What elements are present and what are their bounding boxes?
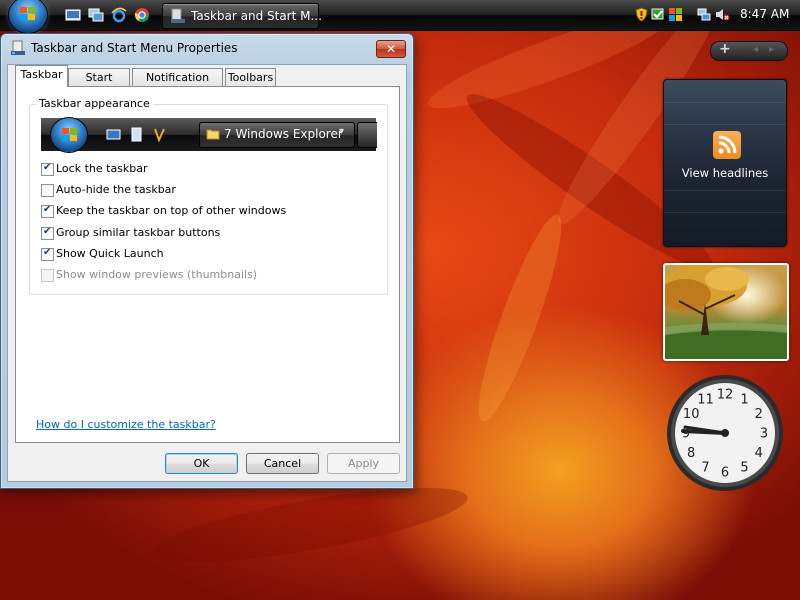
taskbar: Taskbar and Start M... 8:47 AM: [0, 0, 800, 33]
network-icon[interactable]: [697, 7, 712, 22]
rss-feed-icon: [713, 131, 741, 159]
switch-windows-icon[interactable]: [88, 7, 104, 23]
dialog-client-area: Taskbar Start Menu Notification Area Too…: [7, 64, 407, 482]
clock-number: 11: [697, 393, 714, 408]
view-headlines-link[interactable]: View headlines: [664, 166, 786, 180]
chrome-icon[interactable]: [134, 7, 150, 23]
internet-explorer-icon[interactable]: [111, 7, 127, 23]
next-arrow-icon[interactable]: ▸: [769, 44, 774, 55]
clock-number: 10: [683, 407, 700, 422]
taskbar-clock[interactable]: 8:47 AM: [740, 7, 789, 21]
checkbox: [41, 269, 54, 282]
media-icon: [154, 128, 165, 142]
option-label: Show window previews (thumbnails): [56, 268, 258, 281]
taskbar-properties-icon: [11, 40, 25, 55]
option-label: Lock the taskbar: [56, 162, 148, 175]
taskbar-properties-dialog: Taskbar and Start Menu Properties ✕ Task…: [0, 33, 414, 489]
previous-arrow-icon[interactable]: ◂: [753, 44, 758, 55]
group-label: Taskbar appearance: [36, 97, 153, 110]
clock-number: 12: [717, 388, 734, 403]
chevron-down-icon: ▾: [339, 126, 345, 137]
clock-gadget[interactable]: 12 1234567891011: [665, 373, 785, 493]
checkbox[interactable]: [41, 247, 54, 261]
clock-number: 5: [740, 460, 748, 475]
add-gadget-button[interactable]: +: [719, 41, 731, 57]
tab-taskbar[interactable]: Taskbar: [15, 65, 68, 87]
security-icon[interactable]: [651, 7, 666, 22]
show-desktop-icon[interactable]: [65, 7, 81, 23]
taskbar-button-taskbar-properties[interactable]: Taskbar and Start M...: [162, 3, 322, 29]
task-button-label: Taskbar and Start M...: [191, 9, 322, 23]
start-button[interactable]: [9, 0, 47, 33]
shield-icon[interactable]: [634, 7, 649, 22]
option-label: Show Quick Launch: [56, 247, 164, 260]
apply-button: Apply: [327, 453, 400, 474]
windows-update-icon[interactable]: [668, 7, 683, 22]
clock-number: 8: [687, 446, 695, 461]
preview-task-button: 7 Windows Explorer ▾: [199, 122, 355, 148]
show-desktop-icon: [106, 129, 121, 140]
start-orb-icon: [51, 118, 87, 152]
taskbar-properties-icon: [171, 8, 185, 23]
clock-number: 6: [721, 466, 729, 481]
checkbox[interactable]: [41, 204, 54, 218]
cancel-button[interactable]: Cancel: [246, 453, 319, 474]
checkbox[interactable]: [41, 162, 54, 176]
preview-task-button-partial: [357, 122, 377, 148]
tab-start-menu[interactable]: Start Menu: [68, 68, 130, 102]
help-link[interactable]: How do I customize the taskbar?: [36, 418, 216, 431]
windows-logo-icon: [20, 7, 36, 21]
taskbar-preview-image: 7 Windows Explorer ▾: [41, 118, 377, 152]
option-label: Keep the taskbar on top of other windows: [56, 204, 287, 217]
tree-landscape-image: [665, 265, 787, 359]
ok-button[interactable]: OK: [165, 453, 238, 474]
folder-icon: [206, 129, 220, 140]
tab-notification-area[interactable]: Notification Area: [132, 68, 223, 102]
checkbox[interactable]: [41, 226, 54, 240]
clock-number: 3: [760, 427, 768, 442]
clock-number: 4: [755, 446, 763, 461]
option-label: Group similar taskbar buttons: [56, 226, 221, 239]
clock-number: 7: [701, 460, 709, 475]
dialog-title: Taskbar and Start Menu Properties: [31, 41, 238, 55]
preview-task-label: 7 Windows Explorer: [224, 127, 343, 141]
slideshow-gadget[interactable]: [663, 263, 789, 361]
tab-toolbars[interactable]: Toolbars: [225, 68, 276, 87]
clock-number: 2: [755, 407, 763, 422]
clock-number: 1: [740, 393, 748, 408]
feed-headlines-gadget[interactable]: View headlines: [663, 79, 787, 247]
sidebar-controls: + ◂ ▸: [710, 41, 788, 61]
option-label: Auto-hide the taskbar: [56, 183, 176, 196]
close-button[interactable]: ✕: [376, 40, 406, 58]
tab-panel-taskbar: Taskbar appearance 7 Windows Explorer ▾ …: [15, 86, 400, 443]
checkbox[interactable]: [41, 184, 54, 197]
volume-muted-icon[interactable]: [715, 7, 730, 22]
wallpaper-petal: [465, 208, 575, 428]
notepad-icon: [131, 127, 142, 142]
